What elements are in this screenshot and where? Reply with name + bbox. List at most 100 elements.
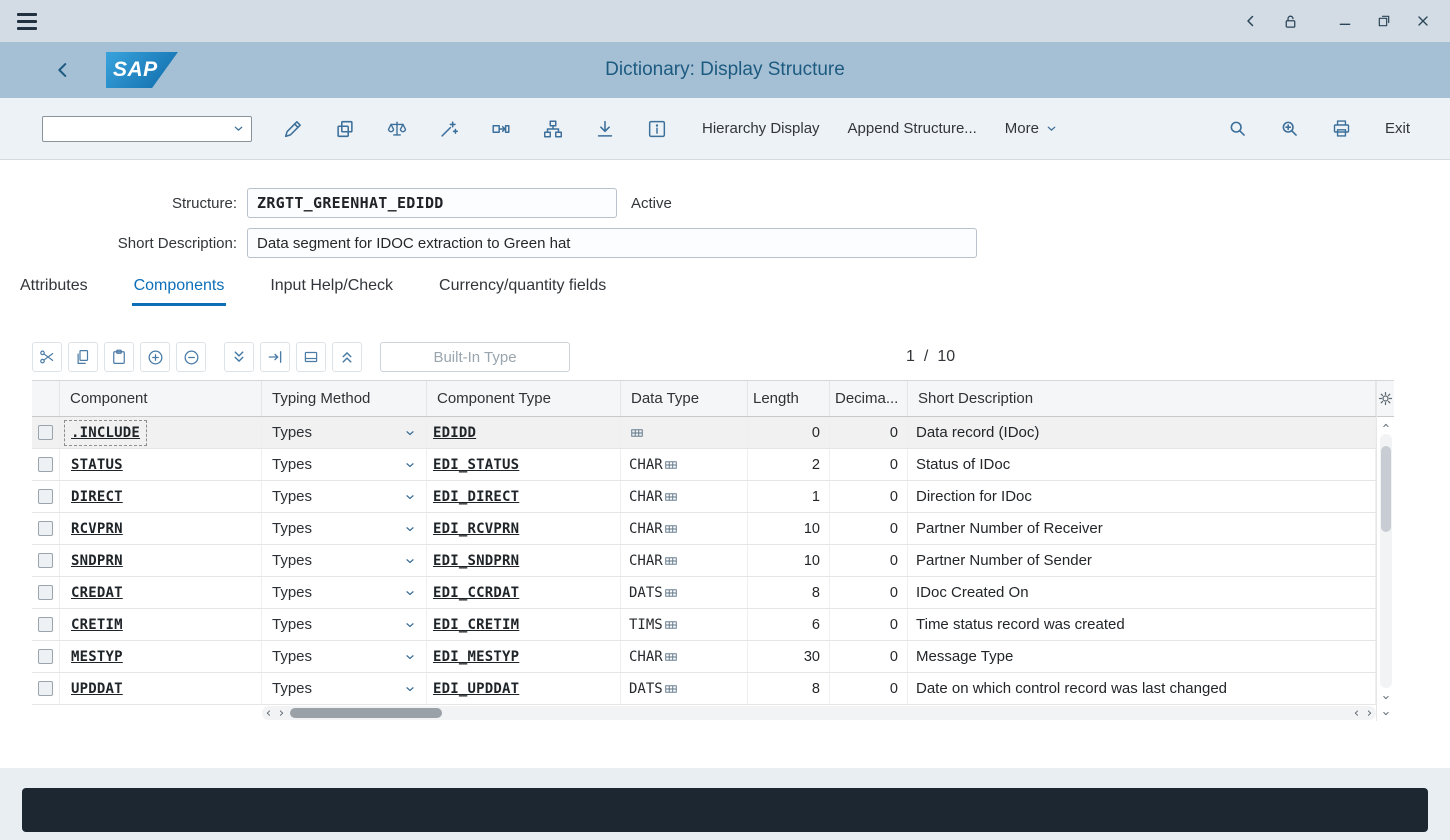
activate-wand-icon[interactable] <box>436 116 462 142</box>
component-type-link[interactable]: EDI_DIRECT <box>433 489 519 505</box>
tab-components[interactable]: Components <box>132 272 227 306</box>
maximize-icon[interactable] <box>1369 6 1399 36</box>
hierarchy-display-button[interactable]: Hierarchy Display <box>702 120 820 137</box>
table-row[interactable]: CREDAT Types EDI_CCRDAT DATS 8 0 IDoc Cr… <box>32 577 1376 609</box>
scroll-left-icon[interactable]: ‹ <box>262 706 275 720</box>
vertical-scroll-thumb[interactable] <box>1381 446 1391 532</box>
collapse-all-icon[interactable] <box>332 342 362 372</box>
close-icon[interactable] <box>1408 6 1438 36</box>
vertical-scroll-track[interactable] <box>1380 434 1392 688</box>
table-row[interactable]: MESTYP Types EDI_MESTYP CHAR 30 0 Messag… <box>32 641 1376 673</box>
component-link[interactable]: .INCLUDE <box>71 425 140 441</box>
status-bar[interactable] <box>22 788 1428 832</box>
table-row[interactable]: RCVPRN Types EDI_RCVPRN CHAR 10 0 Partne… <box>32 513 1376 545</box>
row-checkbox[interactable] <box>38 489 53 504</box>
scroll-down-icon[interactable]: › <box>1379 689 1392 705</box>
select-all-header-cell[interactable] <box>32 381 60 416</box>
tab-currency-quantity-fields[interactable]: Currency/quantity fields <box>437 272 608 306</box>
component-link[interactable]: RCVPRN <box>71 521 123 537</box>
search-icon[interactable] <box>1225 116 1251 142</box>
component-type-link[interactable]: EDI_CRETIM <box>433 617 519 633</box>
typing-method-dropdown[interactable] <box>404 587 416 599</box>
scroll-right-icon[interactable]: › <box>275 706 288 720</box>
horizontal-scroll-thumb[interactable] <box>290 708 442 718</box>
copy-icon[interactable] <box>68 342 98 372</box>
more-button[interactable]: More <box>1005 120 1058 137</box>
component-type-link[interactable]: EDI_RCVPRN <box>433 521 519 537</box>
component-link[interactable]: MESTYP <box>71 649 123 665</box>
row-checkbox[interactable] <box>38 425 53 440</box>
row-checkbox[interactable] <box>38 553 53 568</box>
column-header-short-description[interactable]: Short Description <box>908 381 1376 416</box>
command-input[interactable] <box>49 120 232 137</box>
other-object-icon[interactable] <box>332 116 358 142</box>
horizontal-scroll-track[interactable] <box>288 706 1350 720</box>
column-header-component[interactable]: Component <box>60 381 262 416</box>
hamburger-menu-icon[interactable] <box>12 6 42 36</box>
component-type-link[interactable]: EDI_CCRDAT <box>433 585 519 601</box>
typing-method-dropdown[interactable] <box>404 619 416 631</box>
column-header-typing-method[interactable]: Typing Method <box>262 381 427 416</box>
built-in-type-button[interactable]: Built-In Type <box>380 342 570 372</box>
exit-button[interactable]: Exit <box>1385 120 1410 137</box>
lock-icon[interactable] <box>1275 6 1305 36</box>
typing-method-dropdown[interactable] <box>404 427 416 439</box>
component-link[interactable]: CREDAT <box>71 585 123 601</box>
table-row[interactable]: SNDPRN Types EDI_SNDPRN CHAR 10 0 Partne… <box>32 545 1376 577</box>
typing-method-dropdown[interactable] <box>404 651 416 663</box>
where-used-icon[interactable] <box>488 116 514 142</box>
component-type-link[interactable]: EDI_UPDDAT <box>433 681 519 697</box>
scroll-up-icon[interactable]: ‹ <box>1379 417 1392 433</box>
expand-all-icon[interactable] <box>224 342 254 372</box>
append-structure-button[interactable]: Append Structure... <box>848 120 977 137</box>
information-icon[interactable] <box>644 116 670 142</box>
component-link[interactable]: UPDDAT <box>71 681 123 697</box>
remove-row-icon[interactable] <box>176 342 206 372</box>
command-field[interactable] <box>42 116 252 142</box>
insert-column-icon[interactable] <box>260 342 290 372</box>
column-header-component-type[interactable]: Component Type <box>427 381 621 416</box>
row-checkbox[interactable] <box>38 681 53 696</box>
tab-input-help-check[interactable]: Input Help/Check <box>268 272 395 306</box>
row-checkbox[interactable] <box>38 585 53 600</box>
minimize-icon[interactable] <box>1330 6 1360 36</box>
print-icon[interactable] <box>1329 116 1355 142</box>
table-row[interactable]: STATUS Types EDI_STATUS CHAR 2 0 Status … <box>32 449 1376 481</box>
typing-method-dropdown[interactable] <box>404 491 416 503</box>
row-checkbox[interactable] <box>38 649 53 664</box>
titlebar-back-icon[interactable] <box>1236 6 1266 36</box>
insert-line-icon[interactable] <box>296 342 326 372</box>
component-link[interactable]: STATUS <box>71 457 123 473</box>
header-back-icon[interactable] <box>52 59 74 81</box>
component-link[interactable]: SNDPRN <box>71 553 123 569</box>
column-header-length[interactable]: Length <box>748 381 830 416</box>
cut-icon[interactable] <box>32 342 62 372</box>
search-next-icon[interactable] <box>1277 116 1303 142</box>
component-link[interactable]: DIRECT <box>71 489 123 505</box>
typing-method-dropdown[interactable] <box>404 555 416 567</box>
paste-icon[interactable] <box>104 342 134 372</box>
check-scales-icon[interactable] <box>384 116 410 142</box>
tab-attributes[interactable]: Attributes <box>18 272 90 306</box>
table-row[interactable]: UPDDAT Types EDI_UPDDAT DATS 8 0 Date on… <box>32 673 1376 705</box>
vertical-scrollbar[interactable]: ‹ › › <box>1376 381 1394 721</box>
column-header-data-type[interactable]: Data Type <box>621 381 748 416</box>
scroll-right-end-icon[interactable]: › <box>1363 706 1376 720</box>
horizontal-scrollbar[interactable]: ‹ › ‹ › <box>262 706 1376 720</box>
object-list-icon[interactable] <box>540 116 566 142</box>
component-link[interactable]: CRETIM <box>71 617 123 633</box>
table-row[interactable]: .INCLUDE Types EDIDD 0 0 Data record (ID… <box>32 417 1376 449</box>
move-down-icon[interactable] <box>592 116 618 142</box>
table-row[interactable]: CRETIM Types EDI_CRETIM TIMS 6 0 Time st… <box>32 609 1376 641</box>
typing-method-dropdown[interactable] <box>404 683 416 695</box>
row-checkbox[interactable] <box>38 457 53 472</box>
column-header-decimals[interactable]: Decima... <box>830 381 908 416</box>
scroll-down-end-icon[interactable]: › <box>1379 705 1392 721</box>
short-description-input[interactable]: Data segment for IDOC extraction to Gree… <box>247 228 977 258</box>
row-checkbox[interactable] <box>38 521 53 536</box>
table-settings-cell[interactable] <box>1377 381 1394 417</box>
table-row[interactable]: DIRECT Types EDI_DIRECT CHAR 1 0 Directi… <box>32 481 1376 513</box>
add-row-icon[interactable] <box>140 342 170 372</box>
scroll-left-end-icon[interactable]: ‹ <box>1350 706 1363 720</box>
row-checkbox[interactable] <box>38 617 53 632</box>
